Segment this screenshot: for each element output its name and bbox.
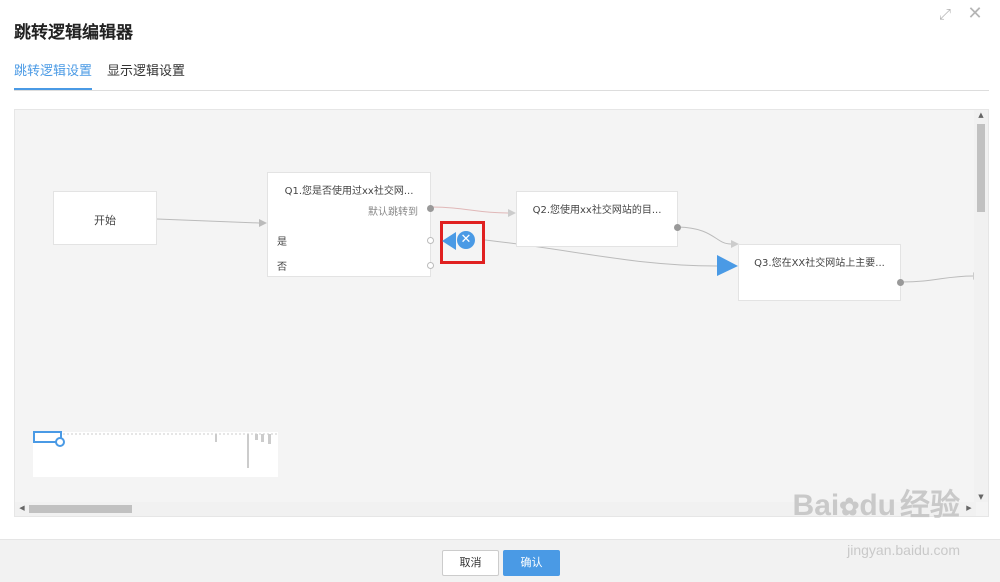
logic-canvas[interactable]: 开始 Q1.您是否使用过xx社交网... 默认跳转到 是 否 ✕ Q2.您使用x… bbox=[14, 109, 989, 517]
expand-icon[interactable]: ⤢ bbox=[936, 5, 954, 23]
minimap[interactable] bbox=[33, 431, 278, 477]
q3-title: Q3.您在XX社交网站上主要... bbox=[754, 258, 885, 269]
q3-node[interactable]: Q3.您在XX社交网站上主要... bbox=[738, 244, 904, 301]
scroll-down-icon[interactable]: ▼ bbox=[974, 493, 988, 501]
scroll-left-icon[interactable]: ◀ bbox=[15, 504, 29, 512]
q1-option-yes: 是 bbox=[277, 237, 287, 248]
paw-icon: ✿ bbox=[839, 494, 860, 521]
dialog-title: 跳转逻辑编辑器 bbox=[14, 23, 133, 43]
tab-display-logic[interactable]: 显示逻辑设置 bbox=[107, 62, 185, 88]
q1-node[interactable]: Q1.您是否使用过xx社交网... 默认跳转到 是 否 bbox=[267, 172, 434, 277]
watermark-brand: Bai bbox=[792, 489, 840, 522]
q1-default-label: 默认跳转到 bbox=[368, 207, 418, 218]
q1-no-port[interactable] bbox=[427, 262, 434, 269]
q2-title: Q2.您使用xx社交网站的目... bbox=[532, 205, 662, 216]
q2-node[interactable]: Q2.您使用xx社交网站的目... bbox=[516, 191, 681, 247]
q1-option-no: 否 bbox=[277, 262, 287, 273]
start-node-label: 开始 bbox=[94, 214, 116, 227]
minimap-resize-handle[interactable] bbox=[55, 437, 65, 447]
vertical-scrollbar[interactable]: ▲ ▼ bbox=[974, 110, 988, 502]
watermark-brand-cn: 经验 bbox=[900, 489, 960, 522]
baidu-watermark: Bai✿du 经验 jingyan.baidu.com bbox=[792, 489, 960, 559]
start-node[interactable]: 开始 bbox=[53, 191, 157, 245]
watermark-brand2: du bbox=[859, 489, 896, 522]
tab-bar: 跳转逻辑设置 显示逻辑设置 bbox=[14, 62, 989, 91]
q1-title: Q1.您是否使用过xx社交网... bbox=[284, 186, 414, 197]
close-icon[interactable]: ✕ bbox=[966, 5, 984, 23]
delete-connection-icon[interactable]: ✕ bbox=[457, 231, 475, 249]
q1-yes-port[interactable] bbox=[427, 237, 434, 244]
scroll-right-icon[interactable]: ▶ bbox=[962, 504, 976, 512]
confirm-button[interactable]: 确认 bbox=[503, 550, 560, 576]
tab-jump-logic[interactable]: 跳转逻辑设置 bbox=[14, 62, 93, 90]
watermark-url: jingyan.baidu.com bbox=[847, 542, 960, 558]
q2-default-port[interactable] bbox=[674, 224, 681, 231]
scroll-up-icon[interactable]: ▲ bbox=[974, 111, 988, 119]
q1-default-port[interactable] bbox=[427, 205, 434, 212]
q3-default-port[interactable] bbox=[897, 279, 904, 286]
minimap-preview bbox=[63, 433, 278, 468]
vertical-scroll-thumb[interactable] bbox=[977, 124, 985, 212]
cancel-button[interactable]: 取消 bbox=[442, 550, 499, 576]
horizontal-scroll-thumb[interactable] bbox=[29, 505, 132, 513]
